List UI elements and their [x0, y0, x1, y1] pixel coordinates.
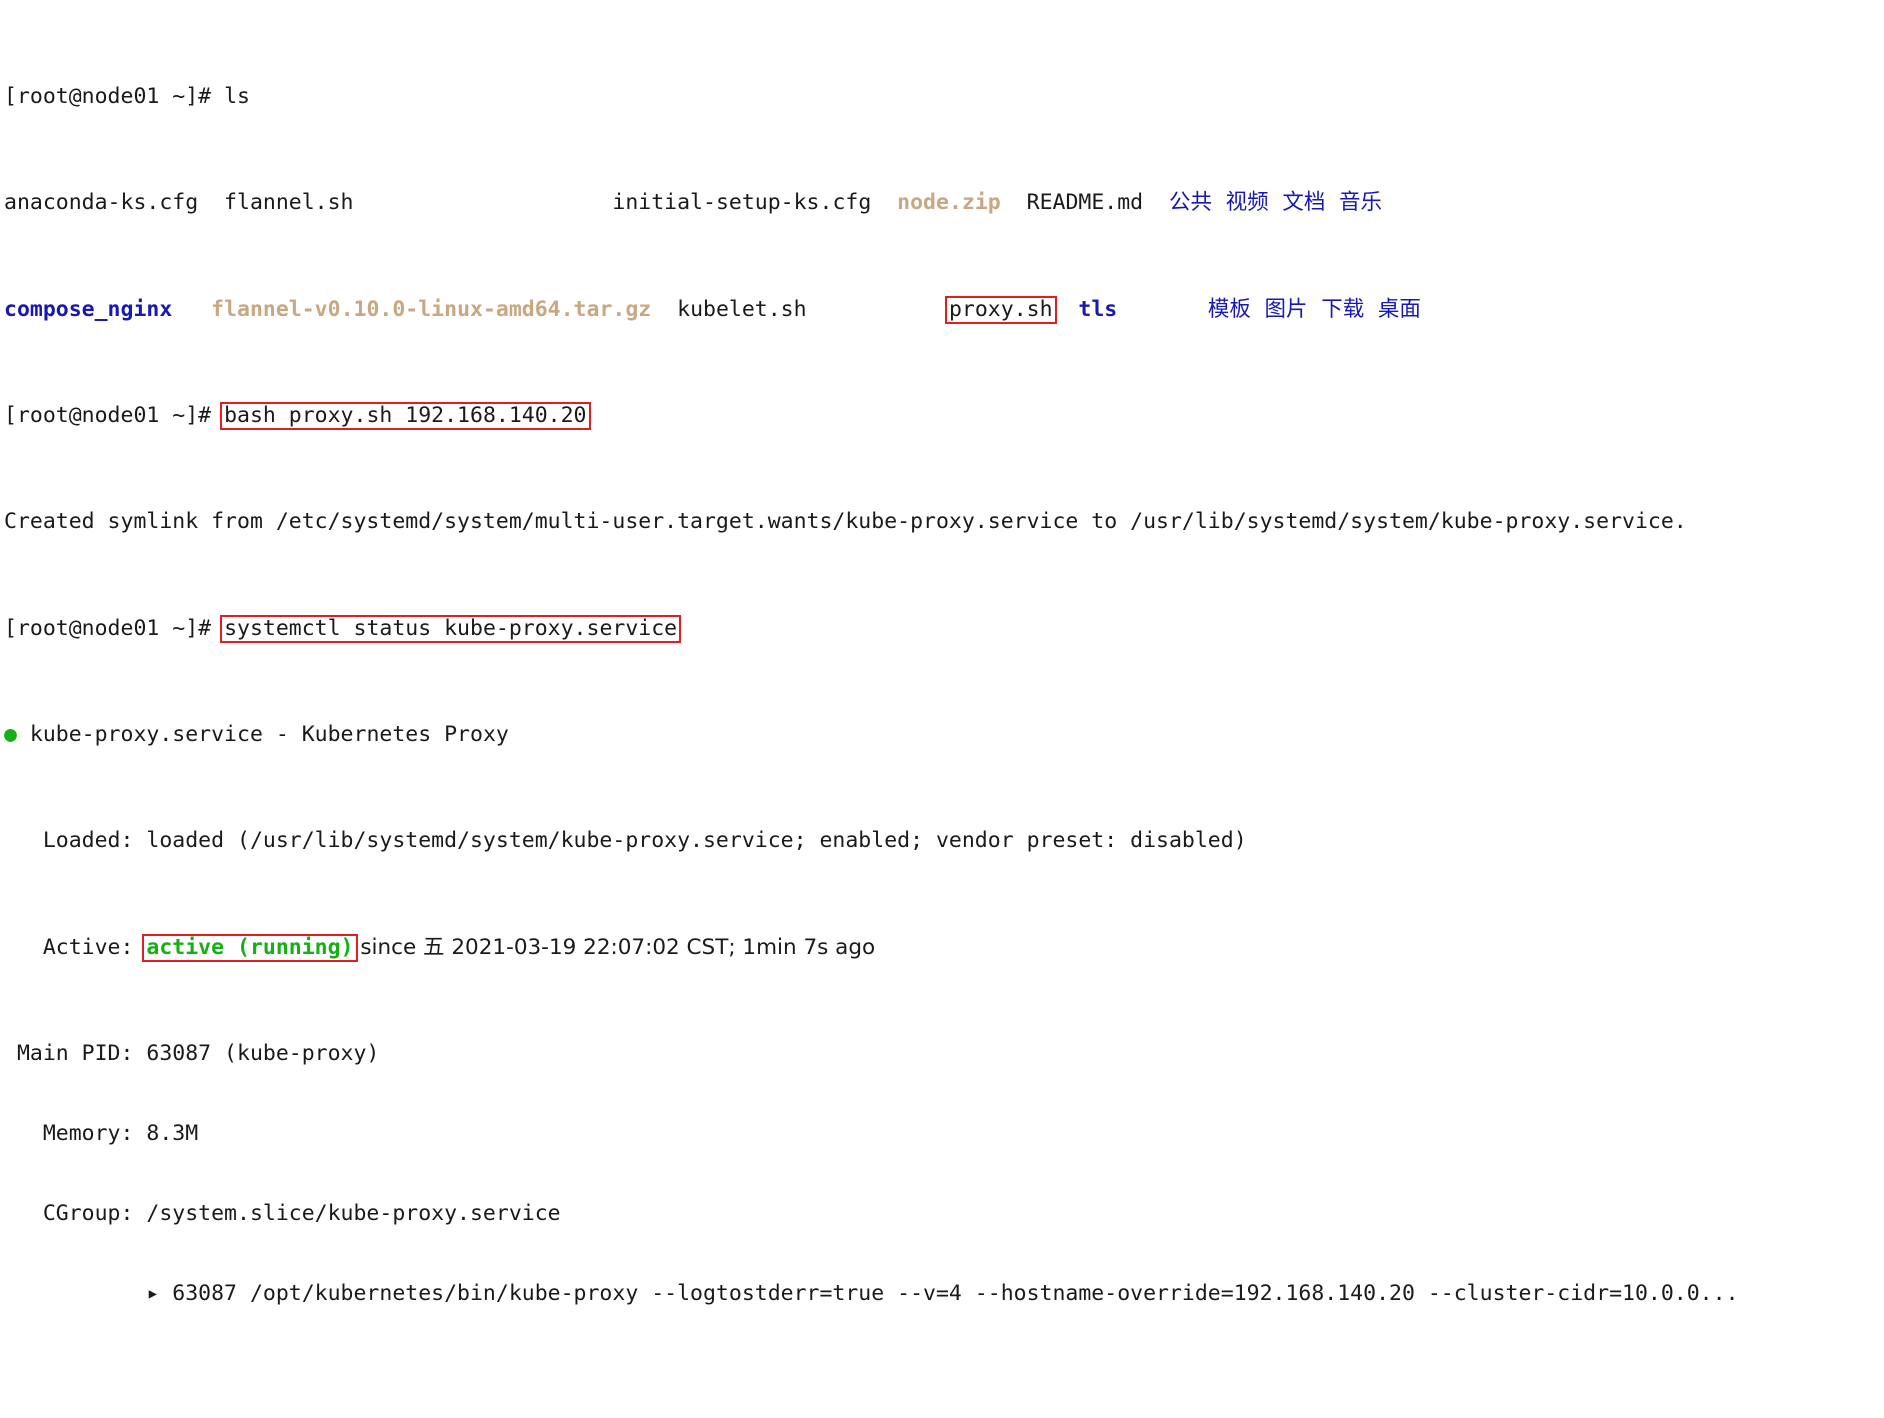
- active-label: Active:: [4, 934, 147, 960]
- ls-entry-readme: README.md: [1000, 190, 1170, 216]
- terminal-line-service-header: ● kube-proxy.service - Kubernetes Proxy: [4, 722, 1884, 749]
- terminal-line-command-ls: [root@node01 ~]# ls: [4, 84, 1884, 111]
- terminal-line-cgroup: CGroup: /system.slice/kube-proxy.service: [4, 1200, 561, 1226]
- terminal-line-active: Active: active (running) since 五 2021-03…: [4, 933, 1884, 962]
- terminal-line-memory: Memory: 8.3M: [4, 1120, 199, 1146]
- active-since-text: since 五 2021-03-19 22:07:02 CST; 1min 7s…: [353, 934, 876, 960]
- service-status-dot-icon: ●: [4, 722, 17, 748]
- blank-separator-line: [30, 1360, 43, 1385]
- ls-spacer: [354, 190, 613, 215]
- service-title: kube-proxy.service - Kubernetes Proxy: [16, 722, 509, 748]
- ls-entry-kubelet-sh: kubelet.sh: [651, 296, 807, 322]
- ls-entry-tls: tls: [1078, 296, 1118, 322]
- ls-spacer-5: [1117, 297, 1208, 322]
- terminal-line-symlink-created: Created symlink from /etc/systemd/system…: [4, 509, 1687, 535]
- terminal-line-ls-row2: compose_nginx flannel-v0.10.0-linux-amd6…: [4, 295, 1884, 324]
- command-text: ls: [224, 83, 250, 109]
- ls-entry-flannel-tar: flannel-v0.10.0-linux-amd64.tar.gz: [211, 296, 652, 322]
- ls-entry-cjk-dirs-row1: 公共 视频 文档 音乐: [1169, 190, 1383, 216]
- terminal-line-ls-row1: anaconda-ks.cfg flannel.sh initial-setup…: [4, 190, 1884, 217]
- terminal-line-command-systemctl-status: [root@node01 ~]# systemctl status kube-p…: [4, 614, 1884, 643]
- shell-prompt: [root@node01 ~]#: [4, 402, 225, 428]
- terminal-line-loaded: Loaded: loaded (/usr/lib/systemd/system/…: [4, 828, 1247, 854]
- ls-entry-initial-setup: initial-setup-ks.cfg: [612, 190, 898, 216]
- terminal-line-command-bash-proxy: [root@node01 ~]# bash proxy.sh 192.168.1…: [4, 401, 1884, 430]
- ls-spacer-2: [172, 297, 211, 322]
- annotation-box-systemctl-command: systemctl status kube-proxy.service: [220, 614, 682, 643]
- terminal-line-cgroup-process: ▸ 63087 /opt/kubernetes/bin/kube-proxy -…: [4, 1280, 1739, 1306]
- ls-spacer-4: [1053, 297, 1079, 322]
- ls-spacer-3: [807, 297, 949, 322]
- annotation-box-active-running-status: active (running): [142, 933, 358, 962]
- annotation-box-proxy-sh: proxy.sh: [944, 295, 1057, 324]
- ls-entry-group: anaconda-ks.cfg flannel.sh: [4, 190, 354, 216]
- ls-entry-cjk-dirs-row2: 模板 图片 下载 桌面: [1207, 296, 1421, 322]
- shell-prompt: [root@node01 ~]#: [4, 83, 225, 109]
- shell-prompt: [root@node01 ~]#: [4, 615, 225, 641]
- ls-entry-compose-nginx: compose_nginx: [4, 296, 173, 322]
- terminal-window[interactable]: [root@node01 ~]# ls anaconda-ks.cfg flan…: [0, 0, 1884, 1306]
- annotation-box-bash-proxy-command: bash proxy.sh 192.168.140.20: [220, 401, 591, 430]
- terminal-line-main-pid: Main PID: 63087 (kube-proxy): [4, 1041, 380, 1067]
- ls-entry-node-zip: node.zip: [897, 190, 1001, 216]
